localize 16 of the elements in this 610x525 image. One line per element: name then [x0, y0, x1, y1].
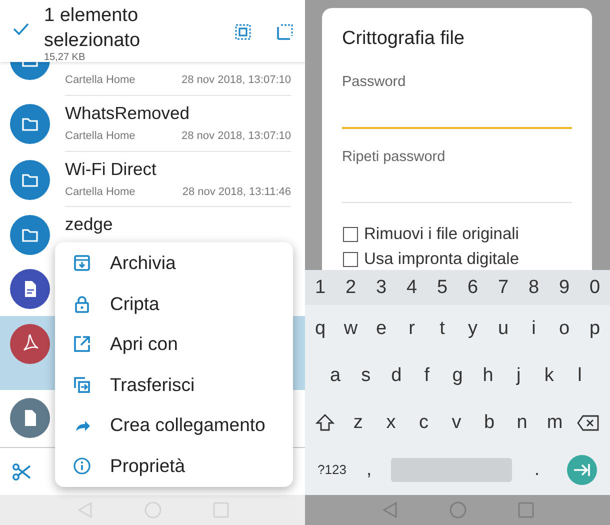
- dialog-title: Crittografia file: [342, 28, 466, 50]
- file-date: 28 nov 2018, 13:11:46: [182, 186, 291, 198]
- file-name: WhatsRemoved: [65, 102, 190, 124]
- file-location: Cartella Home: [65, 130, 136, 142]
- file-location: Cartella Home: [65, 74, 136, 86]
- field-label: Password: [342, 74, 407, 90]
- file-name: Wi-Fi Direct: [65, 158, 158, 180]
- file-name: zedge: [65, 213, 114, 235]
- selection-title: 1 elemento selezionato: [44, 4, 142, 53]
- checkbox-label: Usa impronta digitale: [364, 250, 519, 269]
- file-date: 28 nov 2018, 13:07:10: [182, 130, 291, 142]
- file-location: Cartella Home: [65, 186, 136, 198]
- selection-size: 15,27 KB: [44, 53, 86, 63]
- checkbox-label: Rimuovi i file originali: [364, 225, 519, 244]
- field-label: Ripeti password: [342, 149, 446, 165]
- file-date: 28 nov 2018, 13:07:10: [182, 74, 291, 86]
